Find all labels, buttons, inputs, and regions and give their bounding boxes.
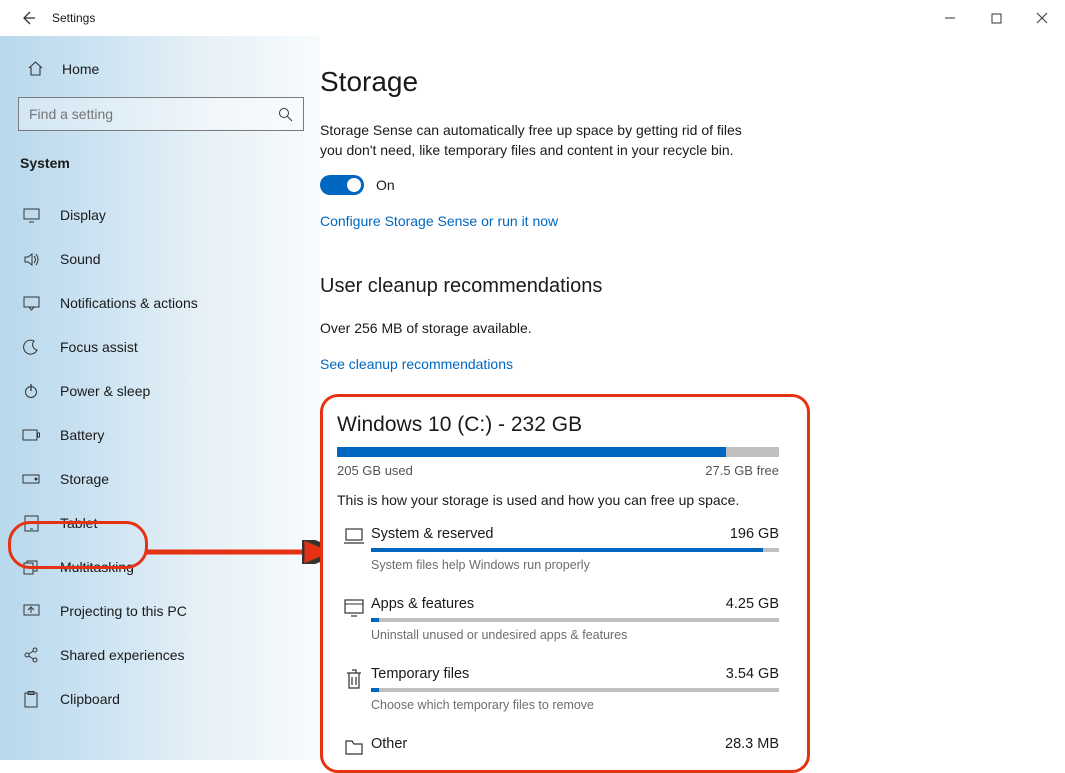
titlebar: Settings [0,0,1065,36]
content-pane: Storage Storage Sense can automatically … [320,36,1065,760]
nav-label: Storage [60,471,109,487]
drive-used-label: 205 GB used [337,463,413,478]
category-size: 4.25 GB [726,596,779,612]
drive-panel: Windows 10 (C:) - 232 GB 205 GB used 27.… [320,394,810,773]
display-icon [22,208,40,223]
category-size: 28.3 MB [725,736,779,752]
storage-category-apps[interactable]: Apps & features 4.25 GB Uninstall unused… [337,596,779,642]
storage-sense-toggle[interactable] [320,175,364,195]
nav-label: Shared experiences [60,647,185,663]
projecting-icon [22,604,40,619]
nav-label: Power & sleep [60,383,150,399]
category-bar [371,688,779,692]
back-button[interactable] [8,0,48,36]
nav-storage[interactable]: Storage [4,457,318,501]
search-icon [278,107,293,122]
page-title: Storage [320,66,1025,98]
nav-projecting[interactable]: Projecting to this PC [4,589,318,633]
sidebar: Home System Display Sound [0,36,320,760]
storage-sense-toggle-label: On [376,177,395,193]
notifications-icon [22,296,40,311]
multitasking-icon [22,560,40,575]
drive-free-label: 27.5 GB free [705,463,779,478]
nav-label: Display [60,207,106,223]
nav-power-sleep[interactable]: Power & sleep [4,369,318,413]
storage-category-temp[interactable]: Temporary files 3.54 GB Choose which tem… [337,666,779,712]
see-cleanup-recommendations-link[interactable]: See cleanup recommendations [320,356,513,372]
nav-sound[interactable]: Sound [4,237,318,281]
search-box[interactable] [18,97,304,131]
cleanup-recommendations-available: Over 256 MB of storage available. [320,318,760,338]
sound-icon [22,252,40,267]
nav-display[interactable]: Display [4,193,318,237]
power-icon [22,383,40,399]
window-controls [927,2,1065,34]
close-icon [1036,12,1048,24]
nav-battery[interactable]: Battery [4,413,318,457]
category-subtext: Choose which temporary files to remove [371,698,779,712]
nav-home[interactable]: Home [14,52,318,85]
laptop-icon [337,526,371,546]
drive-title: Windows 10 (C:) - 232 GB [337,413,779,437]
drive-usage-bar [337,447,779,457]
nav-label: Battery [60,427,104,443]
storage-sense-description: Storage Sense can automatically free up … [320,120,760,161]
cleanup-recommendations-heading: User cleanup recommendations [320,275,1025,298]
maximize-icon [991,13,1002,24]
nav-label: Focus assist [60,339,138,355]
storage-category-other[interactable]: Other 28.3 MB [337,736,779,758]
storage-icon [22,474,40,484]
battery-icon [22,429,40,441]
category-subtext: System files help Windows run properly [371,558,779,572]
maximize-button[interactable] [973,2,1019,34]
trash-icon [337,666,371,690]
share-icon [22,647,40,663]
tablet-icon [22,515,40,532]
category-subtext: Uninstall unused or undesired apps & fea… [371,628,779,642]
clipboard-icon [22,691,40,708]
nav-clipboard[interactable]: Clipboard [4,677,318,721]
sidebar-section-system: System [4,149,318,177]
category-size: 3.54 GB [726,666,779,682]
app-title: Settings [52,0,95,36]
nav-label: Clipboard [60,691,120,707]
nav-shared-experiences[interactable]: Shared experiences [4,633,318,677]
minimize-button[interactable] [927,2,973,34]
folder-icon [337,736,371,756]
drive-description: This is how your storage is used and how… [337,492,779,508]
nav-focus-assist[interactable]: Focus assist [4,325,318,369]
moon-icon [22,339,40,355]
category-name: System & reserved [371,526,494,542]
category-name: Apps & features [371,596,474,612]
category-name: Temporary files [371,666,469,682]
arrow-left-icon [20,10,36,26]
category-name: Other [371,736,407,752]
drive-usage-fill [337,447,726,457]
nav-multitasking[interactable]: Multitasking [4,545,318,589]
nav-label: Projecting to this PC [60,603,187,619]
nav-tablet[interactable]: Tablet [4,501,318,545]
storage-category-system[interactable]: System & reserved 196 GB System files he… [337,526,779,572]
category-size: 196 GB [730,526,779,542]
category-bar [371,548,779,552]
apps-icon [337,596,371,618]
nav-label: Notifications & actions [60,295,198,311]
category-bar [371,618,779,622]
close-button[interactable] [1019,2,1065,34]
toggle-knob [347,178,361,192]
search-input[interactable] [29,106,278,122]
nav-notifications[interactable]: Notifications & actions [4,281,318,325]
nav-label: Tablet [60,515,97,531]
nav-label: Multitasking [60,559,134,575]
home-icon [26,60,44,77]
minimize-icon [944,12,956,24]
configure-storage-sense-link[interactable]: Configure Storage Sense or run it now [320,213,558,229]
nav-label: Sound [60,251,100,267]
nav-home-label: Home [62,61,99,77]
